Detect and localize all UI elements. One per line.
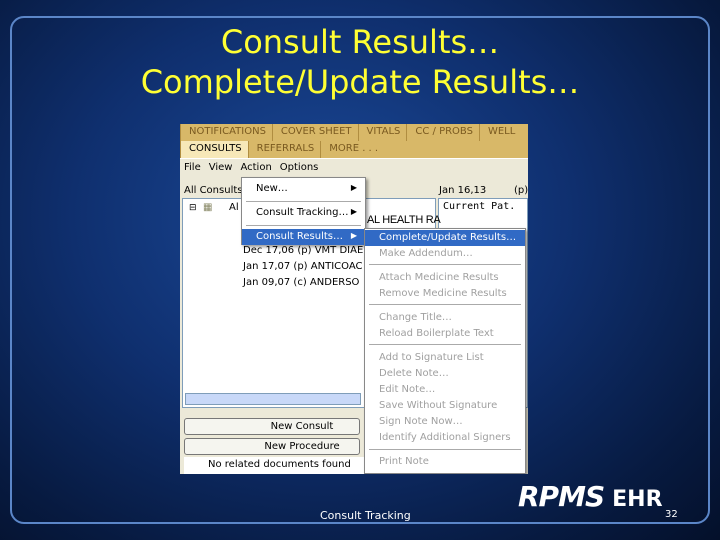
tab-notifications[interactable]: NOTIFICATIONS [180,124,272,141]
ehr-screenshot: NOTIFICATIONS COVER SHEET VITALS CC / PROBS… [180,124,528,474]
list-header: All Consults [184,185,243,196]
menu-item-edit-note[interactable]: Edit Note… [365,382,525,398]
menu-action[interactable]: Action [236,159,275,176]
tab-cc-probs[interactable]: CC / PROBS [406,124,479,141]
table-row[interactable]: Jan 09,07 (c) ANDERSO [243,277,359,288]
menu-item-remove-medicine[interactable]: Remove Medicine Results [365,286,525,302]
new-consult-button[interactable]: New Consult [184,418,360,435]
menu-item-sign-note-now[interactable]: Sign Note Now… [365,414,525,430]
menu-item-make-addendum[interactable]: Make Addendum… [365,246,525,262]
menu-item-complete-update[interactable]: Complete/Update Results… [365,230,525,246]
horizontal-scrollbar[interactable] [185,393,361,405]
date-status: (p) [514,185,528,196]
date-header: Jan 16,13 [439,185,487,196]
menu-item-print-note[interactable]: Print Note [365,454,525,470]
related-text: No related documents found [208,459,351,470]
tab-well[interactable]: WELL [478,124,521,141]
menu-bar: File View Action Options [180,159,528,177]
results-submenu: Complete/Update Results… Make Addendum… … [364,228,526,474]
tab-referrals[interactable]: REFERRALS [247,141,321,158]
menu-item-change-title[interactable]: Change Title… [365,310,525,326]
tab-row-1: NOTIFICATIONS COVER SHEET VITALS CC / PROBS… [180,124,528,141]
detail-text: Current Pat. [443,201,516,212]
submenu-arrow-icon: ▶ [350,207,357,216]
menu-item-new[interactable]: New… ▶ [242,181,365,197]
new-procedure-button[interactable]: New Procedure [184,438,360,455]
menu-item-save-without-signature[interactable]: Save Without Signature [365,398,525,414]
related-docs: No related documents found [184,457,364,474]
table-row[interactable]: Dec 17,06 (p) VMT DIAE [243,245,363,256]
menu-item-add-signature-list[interactable]: Add to Signature List [365,350,525,366]
menu-item-attach-medicine[interactable]: Attach Medicine Results [365,270,525,286]
tab-row-2: CONSULTS REFERRALS MORE . . . [180,141,528,158]
tab-more[interactable]: MORE . . . [320,141,384,158]
submenu-arrow-icon: ▶ [350,231,357,240]
title-line-1: Consult Results… [220,23,500,61]
menu-item-identify-signers[interactable]: Identify Additional Signers [365,430,525,446]
tree-partial-row: AL HEALTH RA [367,214,441,226]
action-dropdown: New… ▶ Consult Tracking… ▶ Consult Results… [241,177,366,245]
tree-root-label: Al [229,202,239,213]
tree-root-icon: ▦ [203,202,213,213]
tab-vitals[interactable]: VITALS [357,124,407,141]
menu-item-reload-boilerplate[interactable]: Reload Boilerplate Text [365,326,525,342]
menu-item-consult-tracking[interactable]: Consult Tracking… ▶ [242,205,365,221]
tab-cover-sheet[interactable]: COVER SHEET [271,124,358,141]
menu-view[interactable]: View [205,159,237,176]
title-line-2: Complete/Update Results… [140,63,580,101]
menu-file[interactable]: File [180,159,205,176]
collapse-icon[interactable]: ⊟ [189,203,197,213]
table-row[interactable]: Jan 17,07 (p) ANTICOAC [243,261,362,272]
slide-title: Consult Results… Complete/Update Results… [0,22,720,102]
rpms-ehr-logo: RPMS EHR [518,480,663,513]
menu-options[interactable]: Options [276,159,323,176]
menu-item-delete-note[interactable]: Delete Note… [365,366,525,382]
menu-item-consult-results[interactable]: Consult Results… ▶ [242,229,365,245]
slide-footer: Consult Tracking [320,509,411,522]
page-number: 32 [665,509,678,520]
tab-consults[interactable]: CONSULTS [180,141,248,158]
submenu-arrow-icon: ▶ [350,183,357,192]
